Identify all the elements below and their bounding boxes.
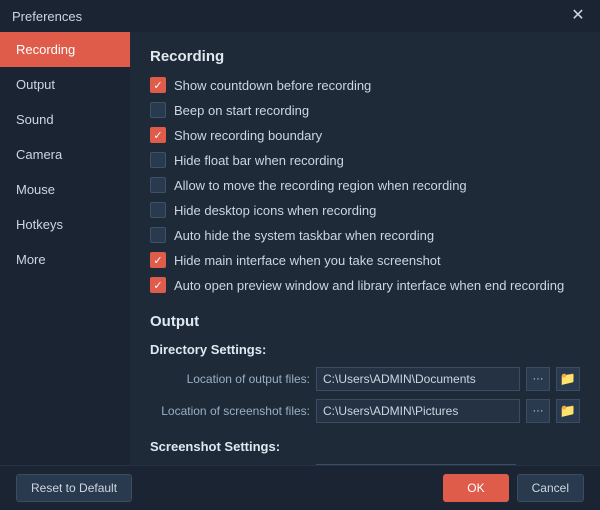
title-bar: Preferences ✕ bbox=[0, 0, 600, 32]
format-select-wrapper[interactable]: PNGJPGBMPGIF bbox=[316, 464, 516, 465]
output-section-title: Output bbox=[150, 313, 580, 330]
checkbox-label-moveregion: Allow to move the recording region when … bbox=[174, 178, 467, 193]
checkbox-taskbar[interactable] bbox=[150, 227, 166, 243]
checkbox-label-boundary: Show recording boundary bbox=[174, 128, 322, 143]
checkboxes-list: ✓ Show countdown before recording Beep on … bbox=[150, 77, 580, 293]
sidebar-item-hotkeys[interactable]: Hotkeys bbox=[0, 207, 130, 242]
sidebar-item-recording[interactable]: Recording bbox=[0, 32, 130, 67]
checkbox-label-beep: Beep on start recording bbox=[174, 103, 309, 118]
checkbox-label-maininterface: Hide main interface when you take screen… bbox=[174, 253, 441, 268]
sidebar-item-more[interactable]: More bbox=[0, 242, 130, 277]
checkbox-label-floatbar: Hide float bar when recording bbox=[174, 153, 344, 168]
checkbox-label-countdown: Show countdown before recording bbox=[174, 78, 371, 93]
checkbox-floatbar[interactable] bbox=[150, 152, 166, 168]
checkbox-desktopicons[interactable] bbox=[150, 202, 166, 218]
checkbox-row-floatbar: Hide float bar when recording bbox=[150, 152, 580, 168]
screenshot-files-row: Location of screenshot files: ··· 📁 bbox=[150, 399, 580, 423]
checkbox-row-beep: Beep on start recording bbox=[150, 102, 580, 118]
checkbox-row-taskbar: Auto hide the system taskbar when record… bbox=[150, 227, 580, 243]
preferences-dialog: Preferences ✕ RecordingOutputSoundCamera… bbox=[0, 0, 600, 510]
output-files-input[interactable] bbox=[316, 367, 520, 391]
sidebar-item-output[interactable]: Output bbox=[0, 67, 130, 102]
recording-section-title: Recording bbox=[150, 48, 580, 65]
checkbox-countdown[interactable]: ✓ bbox=[150, 77, 166, 93]
output-files-dots-button[interactable]: ··· bbox=[526, 367, 550, 391]
screenshot-files-folder-button[interactable]: 📁 bbox=[556, 399, 580, 423]
output-files-folder-button[interactable]: 📁 bbox=[556, 367, 580, 391]
screenshot-settings-title: Screenshot Settings: bbox=[150, 439, 580, 454]
output-files-row: Location of output files: ··· 📁 bbox=[150, 367, 580, 391]
directory-section-title: Directory Settings: bbox=[150, 342, 580, 357]
sidebar-item-camera[interactable]: Camera bbox=[0, 137, 130, 172]
main-content: RecordingOutputSoundCameraMouseHotkeysMo… bbox=[0, 32, 600, 465]
screenshot-files-label: Location of screenshot files: bbox=[150, 404, 310, 418]
content-area: Recording ✓ Show countdown before recordi… bbox=[130, 32, 600, 465]
close-button[interactable]: ✕ bbox=[568, 6, 588, 26]
checkbox-moveregion[interactable] bbox=[150, 177, 166, 193]
checkbox-boundary[interactable]: ✓ bbox=[150, 127, 166, 143]
checkbox-row-moveregion: Allow to move the recording region when … bbox=[150, 177, 580, 193]
ok-button[interactable]: OK bbox=[443, 474, 508, 502]
sidebar-item-mouse[interactable]: Mouse bbox=[0, 172, 130, 207]
checkbox-autoopen[interactable]: ✓ bbox=[150, 277, 166, 293]
checkbox-label-desktopicons: Hide desktop icons when recording bbox=[174, 203, 376, 218]
checkbox-beep[interactable] bbox=[150, 102, 166, 118]
screenshot-files-dots-button[interactable]: ··· bbox=[526, 399, 550, 423]
sidebar-item-sound[interactable]: Sound bbox=[0, 102, 130, 137]
output-files-label: Location of output files: bbox=[150, 372, 310, 386]
screenshot-files-input[interactable] bbox=[316, 399, 520, 423]
output-section: Output Directory Settings: Location of o… bbox=[150, 313, 580, 465]
dialog-title: Preferences bbox=[12, 9, 82, 24]
checkbox-label-taskbar: Auto hide the system taskbar when record… bbox=[174, 228, 434, 243]
format-select[interactable]: PNGJPGBMPGIF bbox=[316, 464, 516, 465]
checkbox-row-maininterface: ✓ Hide main interface when you take scree… bbox=[150, 252, 580, 268]
checkbox-row-countdown: ✓ Show countdown before recording bbox=[150, 77, 580, 93]
checkbox-maininterface[interactable]: ✓ bbox=[150, 252, 166, 268]
checkbox-row-desktopicons: Hide desktop icons when recording bbox=[150, 202, 580, 218]
checkbox-row-boundary: ✓ Show recording boundary bbox=[150, 127, 580, 143]
sidebar: RecordingOutputSoundCameraMouseHotkeysMo… bbox=[0, 32, 130, 465]
checkbox-label-autoopen: Auto open preview window and library int… bbox=[174, 278, 564, 293]
footer-right: OK Cancel bbox=[443, 474, 584, 502]
screenshot-section: Screenshot Settings: Screenshot format: … bbox=[150, 439, 580, 465]
cancel-button[interactable]: Cancel bbox=[517, 474, 584, 502]
reset-button[interactable]: Reset to Default bbox=[16, 474, 132, 502]
checkbox-row-autoopen: ✓ Auto open preview window and library in… bbox=[150, 277, 580, 293]
footer: Reset to Default OK Cancel bbox=[0, 465, 600, 510]
